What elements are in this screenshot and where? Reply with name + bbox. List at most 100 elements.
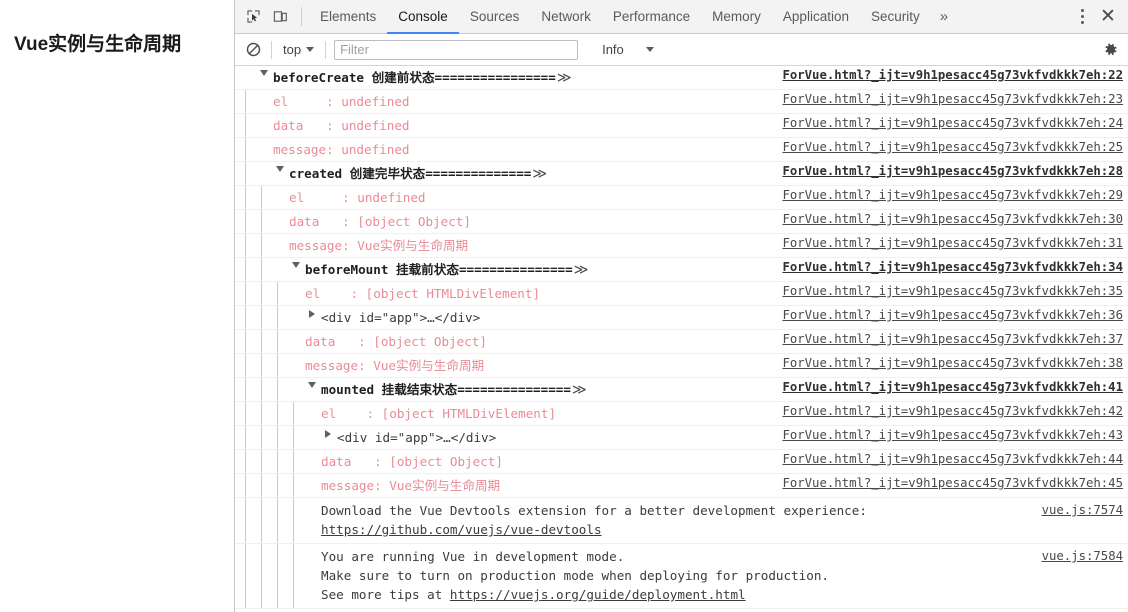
- filter-input[interactable]: [334, 39, 579, 60]
- row-body: <div id="app">…</div>: [305, 309, 768, 327]
- group-header-beforemount[interactable]: beforeMount 挂载前状态=============== ≫ ForVue.…: [235, 258, 1128, 282]
- log-row[interactable]: message: Vue实例与生命周期 ForVue.html?_ijt=v9h1…: [235, 474, 1128, 498]
- double-chevron-icon: ≫: [573, 261, 589, 278]
- log-row[interactable]: el : undefined ForVue.html?_ijt=v9h1pesac…: [235, 90, 1128, 114]
- log-row[interactable]: data : [object Object] ForVue.html?_ijt=v…: [235, 330, 1128, 354]
- more-options-icon[interactable]: [1070, 4, 1094, 30]
- message-line: Download the Vue Devtools extension for …: [321, 503, 867, 518]
- web-page-viewport: Vue实例与生命周期: [0, 0, 235, 612]
- row-body: created 创建完毕状态============== ≫: [273, 165, 768, 183]
- more-tabs-icon[interactable]: »: [931, 0, 957, 34]
- message-text-block: Download the Vue Devtools extension for …: [321, 501, 867, 539]
- tab-security[interactable]: Security: [860, 0, 931, 34]
- row-body: data : [object Object]: [289, 213, 768, 231]
- expand-triangle-icon[interactable]: [321, 429, 334, 438]
- group-header-created[interactable]: created 创建完毕状态============== ≫ ForVue.html…: [235, 162, 1128, 186]
- log-row[interactable]: message: Vue实例与生命周期 ForVue.html?_ijt=v9h1…: [235, 354, 1128, 378]
- tab-memory[interactable]: Memory: [701, 0, 772, 34]
- devtools-panel: Elements Console Sources Network Perform…: [235, 0, 1128, 612]
- devtools-tabbar: Elements Console Sources Network Perform…: [235, 0, 1128, 34]
- source-location-link[interactable]: ForVue.html?_ijt=v9h1pesacc45g73vkfvdkkk…: [768, 186, 1123, 204]
- filterbar-divider-2: [325, 40, 327, 59]
- source-location-link[interactable]: ForVue.html?_ijt=v9h1pesacc45g73vkfvdkkk…: [768, 306, 1123, 324]
- log-row[interactable]: el : [object HTMLDivElement] ForVue.html?…: [235, 402, 1128, 426]
- triangle-right-icon: [308, 309, 315, 318]
- group-title: beforeMount 挂载前状态===============: [305, 261, 573, 277]
- clear-console-icon[interactable]: [243, 40, 263, 60]
- settings-gear-icon[interactable]: [1098, 38, 1122, 62]
- chevron-down-icon: [306, 47, 315, 52]
- source-location-link[interactable]: ForVue.html?_ijt=v9h1pesacc45g73vkfvdkkk…: [768, 330, 1123, 348]
- source-location-link[interactable]: ForVue.html?_ijt=v9h1pesacc45g73vkfvdkkk…: [768, 162, 1123, 180]
- log-level-value: Info: [602, 42, 624, 57]
- source-location-link[interactable]: ForVue.html?_ijt=v9h1pesacc45g73vkfvdkkk…: [768, 138, 1123, 156]
- source-location-link[interactable]: ForVue.html?_ijt=v9h1pesacc45g73vkfvdkkk…: [768, 282, 1123, 300]
- row-body: message: Vue实例与生命周期: [321, 477, 768, 495]
- group-header-beforecreate[interactable]: beforeCreate 创建前状态================ ≫ ForVu…: [235, 66, 1128, 90]
- chevron-down-icon: [645, 47, 654, 52]
- group-header-mounted[interactable]: mounted 挂载结束状态=============== ≫ ForVue.htm…: [235, 378, 1128, 402]
- console-message-list[interactable]: beforeCreate 创建前状态================ ≫ ForVu…: [235, 66, 1128, 612]
- source-location-link[interactable]: ForVue.html?_ijt=v9h1pesacc45g73vkfvdkkk…: [768, 90, 1123, 108]
- triangle-down-icon: [291, 261, 300, 268]
- close-devtools-icon[interactable]: ✕: [1094, 4, 1122, 30]
- vue-devmode-tip-row[interactable]: You are running Vue in development mode.…: [235, 544, 1128, 609]
- source-location-link[interactable]: vue.js:7584: [1028, 547, 1123, 565]
- log-row[interactable]: data : undefined ForVue.html?_ijt=v9h1pes…: [235, 114, 1128, 138]
- source-location-link[interactable]: ForVue.html?_ijt=v9h1pesacc45g73vkfvdkkk…: [768, 402, 1123, 420]
- collapse-triangle-icon[interactable]: [273, 165, 286, 172]
- log-row[interactable]: data : [object Object] ForVue.html?_ijt=v…: [235, 210, 1128, 234]
- tab-console[interactable]: Console: [387, 0, 459, 34]
- device-toolbar-icon[interactable]: [267, 4, 293, 30]
- message-text: data : undefined: [273, 117, 410, 133]
- message-text-block: You are running Vue in development mode.…: [321, 547, 829, 604]
- source-location-link[interactable]: ForVue.html?_ijt=v9h1pesacc45g73vkfvdkkk…: [768, 210, 1123, 228]
- row-body: beforeCreate 创建前状态================ ≫: [257, 69, 768, 87]
- dom-node-row[interactable]: <div id="app">…</div> ForVue.html?_ijt=v9…: [235, 426, 1128, 450]
- tab-application[interactable]: Application: [772, 0, 860, 34]
- devtools-tabbar-right: ✕: [1056, 0, 1128, 33]
- source-location-link[interactable]: ForVue.html?_ijt=v9h1pesacc45g73vkfvdkkk…: [768, 258, 1123, 276]
- triangle-down-icon: [275, 165, 284, 172]
- tab-performance[interactable]: Performance: [602, 0, 701, 34]
- inline-url-link[interactable]: https://vuejs.org/guide/deployment.html: [450, 587, 746, 602]
- message-text: data : [object Object]: [305, 333, 487, 349]
- collapse-triangle-icon[interactable]: [257, 69, 270, 76]
- inline-url-link[interactable]: https://github.com/vuejs/vue-devtools: [321, 522, 602, 537]
- inspect-element-icon[interactable]: [240, 4, 266, 30]
- dom-node-row[interactable]: <div id="app">…</div> ForVue.html?_ijt=v9…: [235, 306, 1128, 330]
- collapse-triangle-icon[interactable]: [305, 381, 318, 388]
- message-text: <div id="app">…</div>: [337, 429, 497, 445]
- source-location-link[interactable]: ForVue.html?_ijt=v9h1pesacc45g73vkfvdkkk…: [768, 114, 1123, 132]
- filterbar-divider-1: [271, 40, 272, 59]
- toolbar-divider: [301, 7, 302, 26]
- log-row[interactable]: el : [object HTMLDivElement] ForVue.html?…: [235, 282, 1128, 306]
- page-title: Vue实例与生命周期: [14, 33, 182, 55]
- log-row[interactable]: el : undefined ForVue.html?_ijt=v9h1pesac…: [235, 186, 1128, 210]
- source-location-link[interactable]: ForVue.html?_ijt=v9h1pesacc45g73vkfvdkkk…: [768, 354, 1123, 372]
- row-body: <div id="app">…</div>: [321, 429, 768, 447]
- collapse-triangle-icon[interactable]: [289, 261, 302, 268]
- source-location-link[interactable]: ForVue.html?_ijt=v9h1pesacc45g73vkfvdkkk…: [768, 474, 1123, 492]
- tab-network[interactable]: Network: [530, 0, 602, 34]
- message-text: el : undefined: [273, 93, 410, 109]
- log-row[interactable]: message: undefined ForVue.html?_ijt=v9h1p…: [235, 138, 1128, 162]
- source-location-link[interactable]: ForVue.html?_ijt=v9h1pesacc45g73vkfvdkkk…: [768, 378, 1123, 396]
- message-text: <div id="app">…</div>: [321, 309, 481, 325]
- tab-elements[interactable]: Elements: [309, 0, 387, 34]
- source-location-link[interactable]: vue.js:7574: [1028, 501, 1123, 519]
- source-location-link[interactable]: ForVue.html?_ijt=v9h1pesacc45g73vkfvdkkk…: [768, 234, 1123, 252]
- source-location-link[interactable]: ForVue.html?_ijt=v9h1pesacc45g73vkfvdkkk…: [768, 426, 1123, 444]
- log-row[interactable]: data : [object Object] ForVue.html?_ijt=v…: [235, 450, 1128, 474]
- log-row[interactable]: message: Vue实例与生命周期 ForVue.html?_ijt=v9h1…: [235, 234, 1128, 258]
- message-line: See more tips at https://vuejs.org/guide…: [321, 587, 746, 602]
- source-location-link[interactable]: ForVue.html?_ijt=v9h1pesacc45g73vkfvdkkk…: [768, 450, 1123, 468]
- log-level-dropdown[interactable]: Info: [602, 42, 654, 57]
- tab-sources[interactable]: Sources: [459, 0, 531, 34]
- vue-devtools-tip-row[interactable]: Download the Vue Devtools extension for …: [235, 498, 1128, 544]
- source-location-link[interactable]: ForVue.html?_ijt=v9h1pesacc45g73vkfvdkkk…: [768, 66, 1123, 84]
- expand-triangle-icon[interactable]: [305, 309, 318, 318]
- message-text: el : undefined: [289, 189, 426, 205]
- execution-context-dropdown[interactable]: top: [280, 40, 317, 59]
- message-line: https://github.com/vuejs/vue-devtools: [321, 520, 867, 539]
